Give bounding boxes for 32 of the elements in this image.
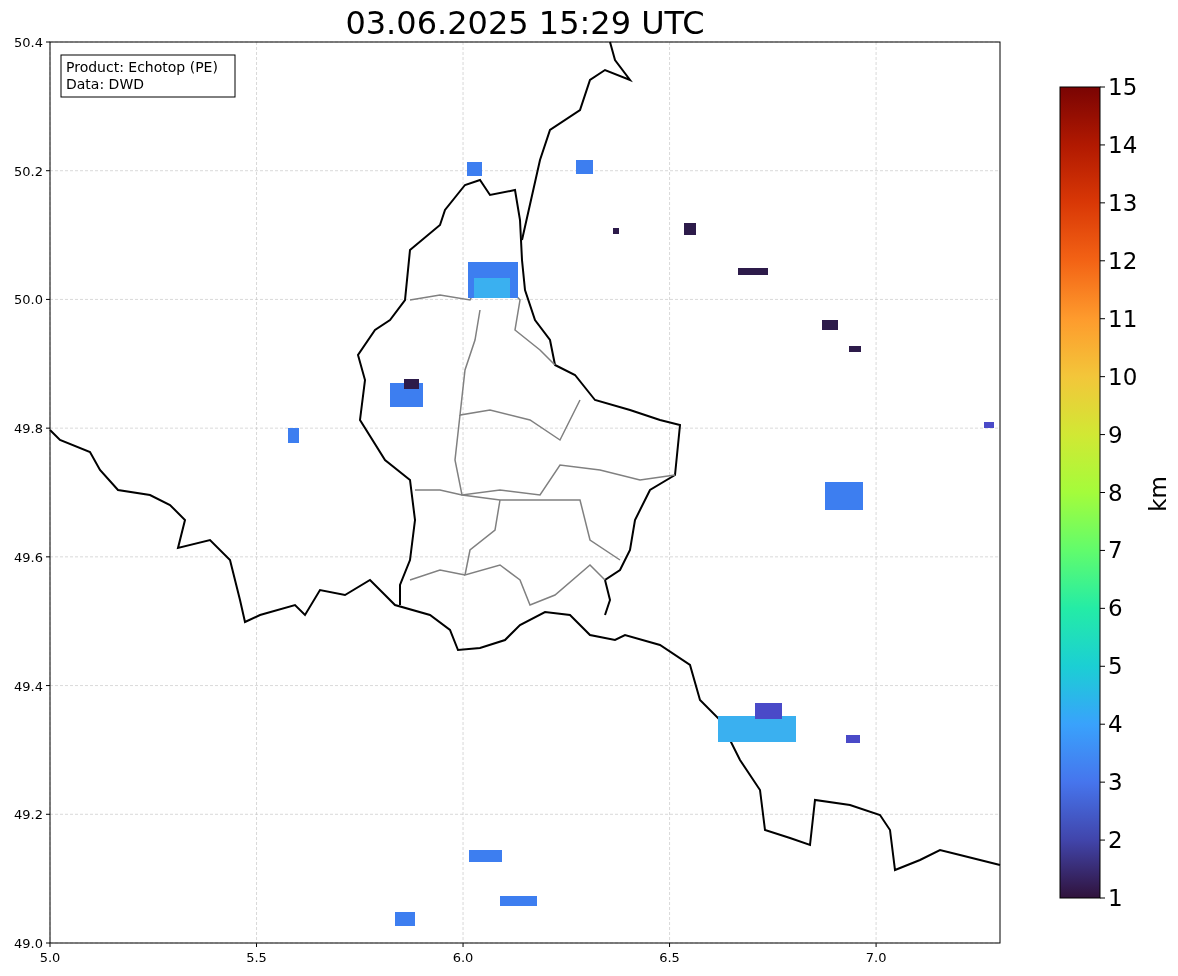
colorbar-tick-label: 1 [1108,885,1123,911]
info-text: Product: Echotop (PE) [66,59,218,75]
colorbar-tick-label: 5 [1108,653,1123,680]
colorbar-tick-label: 15 [1108,74,1138,100]
colorbar-tick-label: 9 [1108,421,1123,448]
axis-tick-label: 49.0 [14,936,43,951]
colorbar-tick-label: 12 [1108,247,1138,274]
colorbar-tick-label: 13 [1108,189,1138,216]
colorbar-tick-label: 11 [1108,305,1138,332]
axis-tick-label: 6.0 [452,950,474,965]
axis-tick-label: 5.5 [246,950,267,965]
colorbar-tick-label: 8 [1108,479,1123,506]
axis-tick-label: 5.0 [39,950,61,965]
axis-tick-label: 7.0 [865,950,887,965]
axis-tick-label: 6.5 [659,950,680,965]
colorbar-label: km [1145,476,1171,512]
axis-tick-label: 50.0 [14,292,43,308]
colorbar-tick-label: 4 [1108,711,1123,738]
axis-tick-label: 49.4 [14,678,43,694]
colorbar-tick-label: 3 [1108,769,1123,796]
colorbar-tick-label: 14 [1108,131,1138,158]
axis-tick-label: 50.4 [14,35,43,50]
axis-tick-label: 49.8 [14,421,43,437]
colorbar-tick-label: 10 [1108,363,1138,390]
colorbar-tick-label: 7 [1108,537,1123,564]
colorbar-tick-label: 2 [1108,827,1123,854]
axis-tick-label: 49.6 [14,549,43,565]
info-text: Data: DWD [66,76,144,92]
colorbar-tick-label: 6 [1108,595,1123,622]
chart-title: 03.06.2025 15:29 UTC [345,4,705,42]
axis-tick-label: 49.2 [14,807,43,823]
axis-tick-label: 50.2 [14,163,43,179]
